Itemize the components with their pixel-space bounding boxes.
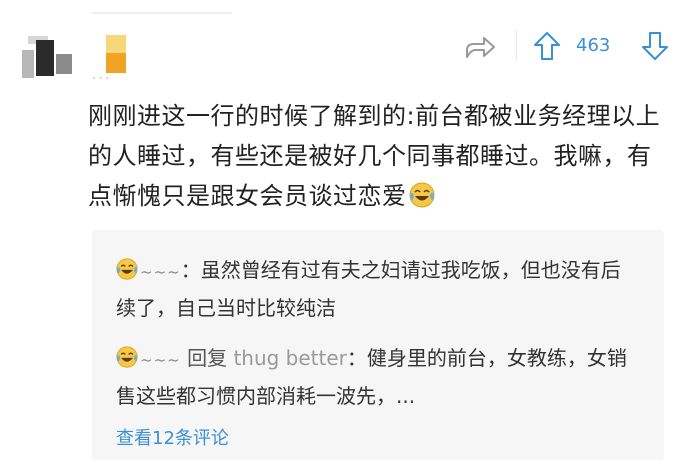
laugh-cry-emoji-icon — [409, 182, 434, 208]
username-block[interactable] — [106, 35, 126, 75]
reply-item[interactable]: ~~~：虽然曾经有过有夫之妇请过我吃饭，但也没有后续了，自己当时比较纯洁 — [116, 252, 636, 326]
avatar[interactable] — [22, 36, 76, 82]
reply-target[interactable]: thug better — [233, 346, 346, 370]
share-arrow-icon — [466, 37, 495, 58]
action-divider — [516, 30, 517, 60]
reply-separator: ： — [346, 346, 367, 370]
post-body: 刚刚进这一行的时候了解到的:前台都被业务经理以上的人睡过，有些还是被好几个同事都… — [88, 96, 663, 216]
reply-item[interactable]: ~~~ 回复 thug better：健身里的前台，女教练，女销售这些都习惯内部… — [116, 340, 636, 414]
reply-author[interactable]: ~~~ — [140, 263, 181, 281]
downvote-button[interactable] — [640, 30, 670, 62]
upvote-button[interactable] — [532, 30, 562, 62]
arrow-down-icon — [642, 32, 668, 60]
top-divider — [92, 12, 232, 14]
vote-count: 463 — [576, 35, 611, 56]
reply-list: ~~~：虽然曾经有过有夫之妇请过我吃饭，但也没有后续了，自己当时比较纯洁 ~~~… — [92, 230, 664, 460]
laugh-cry-emoji-icon — [116, 258, 138, 280]
view-more-replies-link[interactable]: 查看12条评论 — [116, 424, 229, 450]
reply-author[interactable]: ~~~ — [140, 351, 181, 369]
laugh-cry-emoji-icon — [116, 346, 138, 368]
meta-text: ∙ ∙ ∙ — [92, 74, 110, 82]
reply-label: 回复 — [187, 346, 228, 370]
post-text: 刚刚进这一行的时候了解到的:前台都被业务经理以上的人睡过，有些还是被好几个同事都… — [88, 102, 661, 210]
reply-separator: ： — [180, 258, 201, 282]
arrow-up-icon — [534, 32, 560, 60]
share-button[interactable] — [462, 30, 498, 64]
